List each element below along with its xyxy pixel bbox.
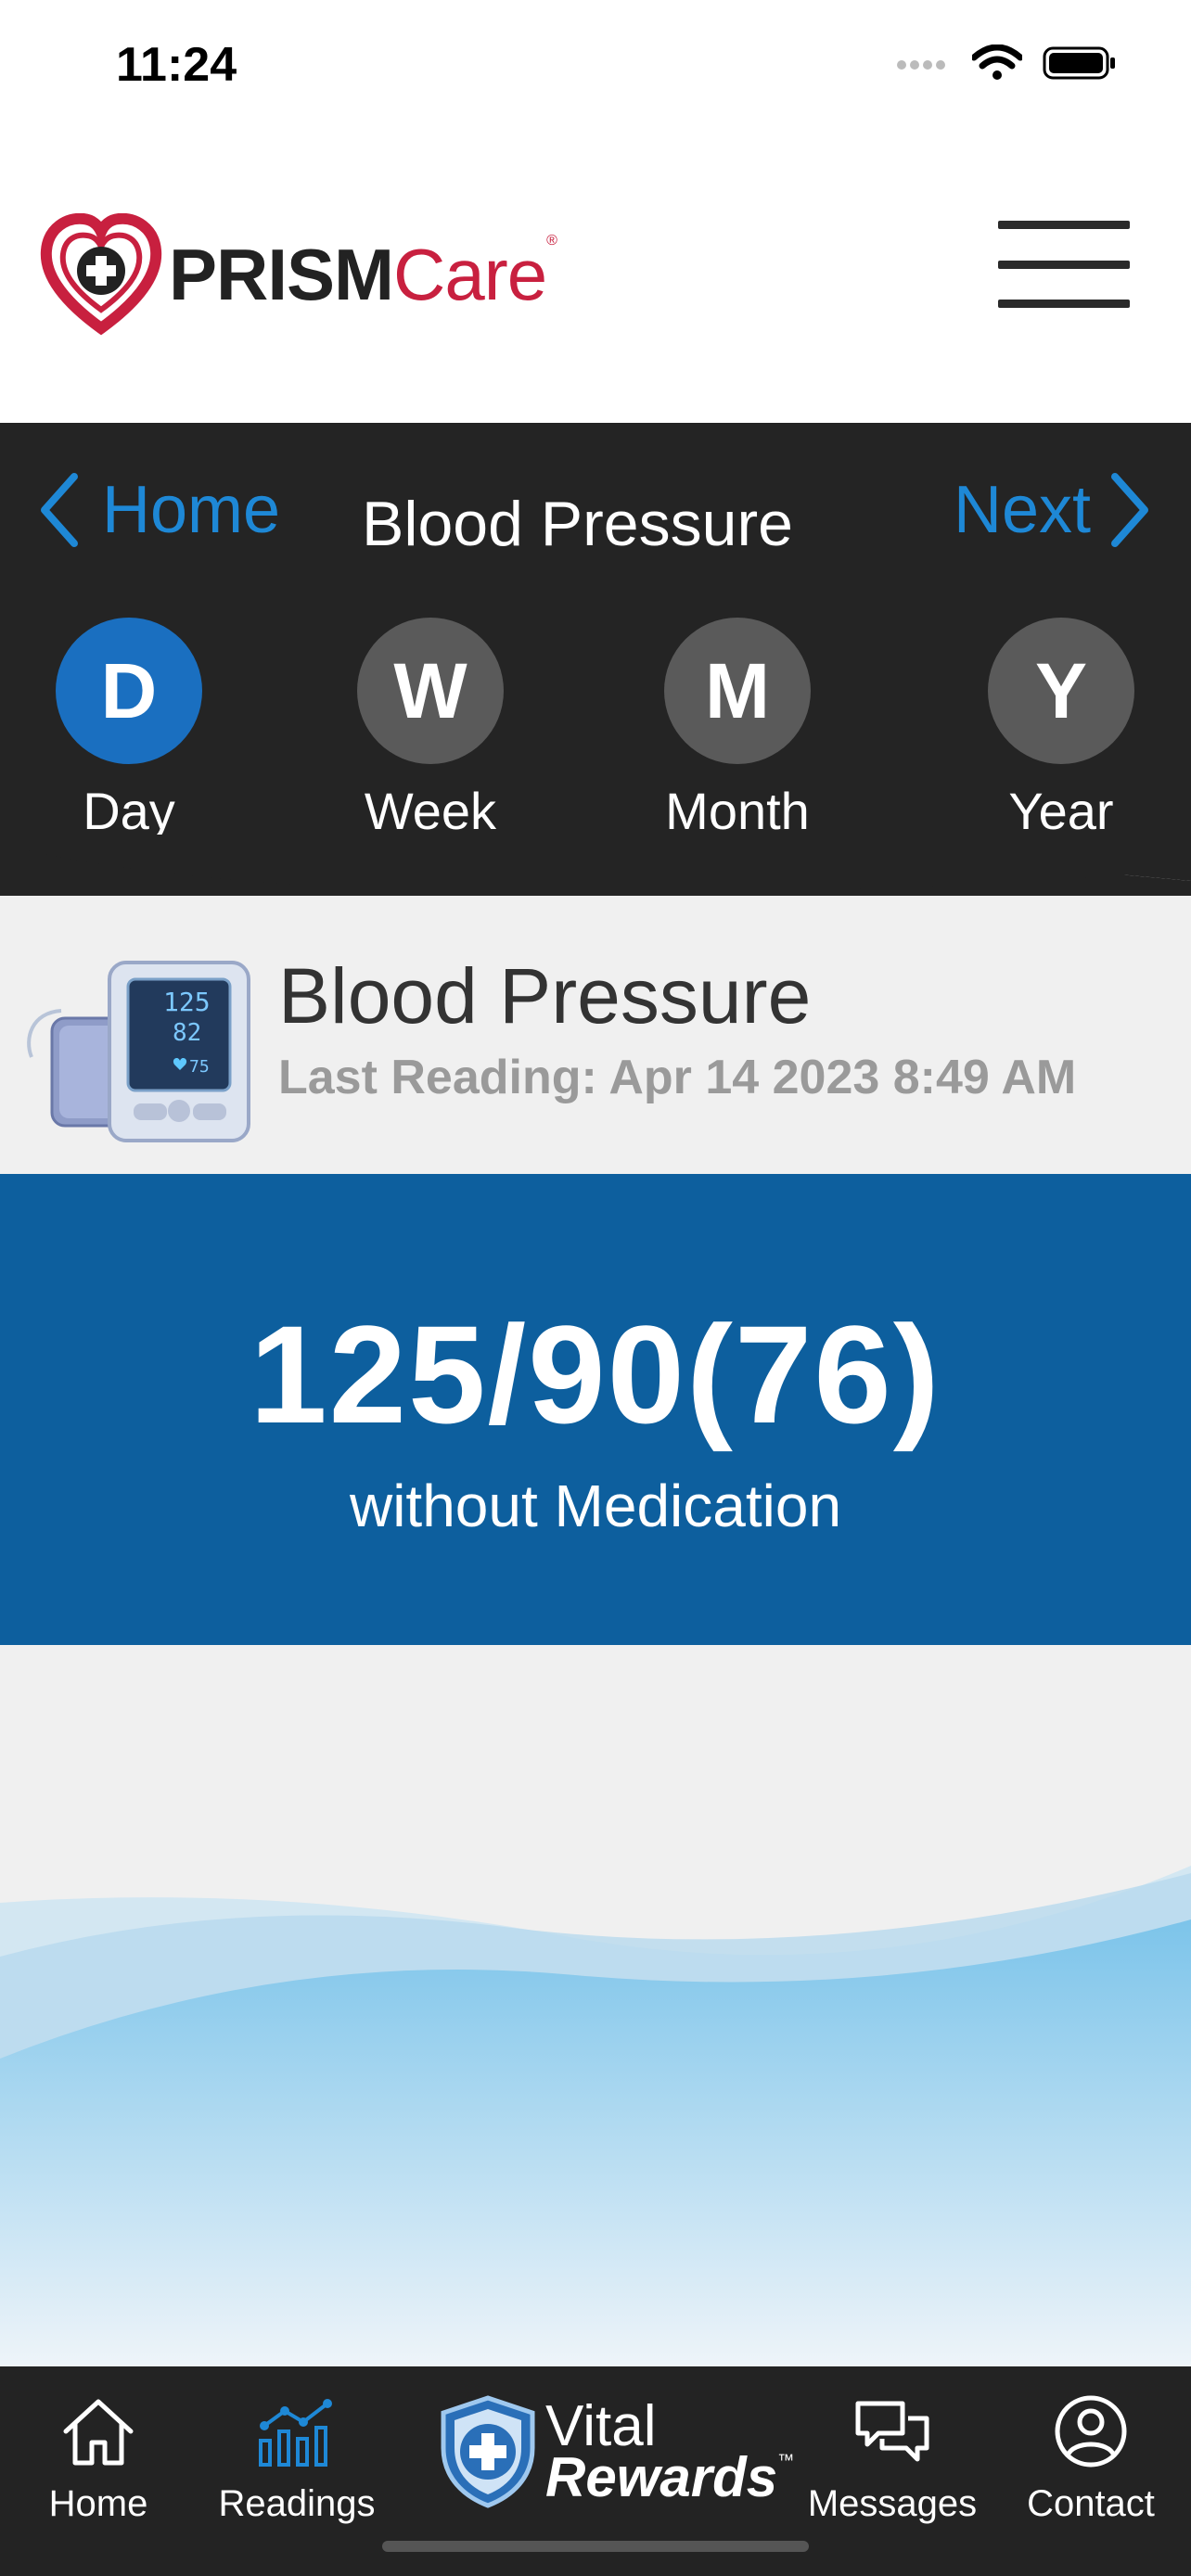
- bottom-tab-bar: Home Readings Vital Rewards™ Messages Co…: [0, 2366, 1191, 2576]
- chevron-right-icon: [1111, 473, 1148, 547]
- prismcare-logo[interactable]: PRISMCare®: [39, 213, 557, 336]
- period-month-label: Month: [665, 782, 810, 840]
- reading-value-panel: 125/90(76) without Medication: [0, 1174, 1191, 1645]
- device-pulse: 75: [189, 1057, 210, 1077]
- tab-contact[interactable]: Contact: [998, 2394, 1184, 2525]
- device-dia: 82: [173, 1019, 201, 1047]
- app-header: PRISMCare®: [0, 139, 1191, 423]
- reading-title: Blood Pressure: [278, 952, 812, 1039]
- navigation-panel: Home Blood Pressure Next D Day W Week M …: [0, 423, 1191, 896]
- tab-contact-label: Contact: [1027, 2483, 1155, 2524]
- shield-cross-icon: [441, 2395, 535, 2508]
- logo-prism-text: PRISM: [169, 233, 394, 315]
- nav-row: Home Blood Pressure Next: [0, 460, 1191, 562]
- wifi-icon: [972, 45, 1022, 80]
- page-title: Blood Pressure: [362, 489, 793, 559]
- period-week-label: Week: [364, 782, 497, 840]
- panel-curve: [0, 835, 1191, 894]
- last-reading-text: Last Reading: Apr 14 2023 8:49 AM: [278, 1051, 1077, 1104]
- tab-readings-label: Readings: [218, 2483, 376, 2524]
- device-sys: 125: [163, 987, 211, 1017]
- next-label: Next: [953, 473, 1091, 547]
- blood-pressure-value: 125/90(76): [250, 1296, 941, 1452]
- status-icons: [896, 45, 1117, 82]
- vital-tm-mark: ™: [777, 2450, 795, 2469]
- period-day-circle: D: [56, 618, 202, 764]
- period-week[interactable]: W Week: [338, 618, 523, 841]
- menu-bar: [998, 260, 1130, 269]
- medication-note: without Medication: [349, 1473, 842, 1539]
- period-week-circle: W: [357, 618, 504, 764]
- logo-care-text: Care: [393, 233, 547, 315]
- logo-registered-mark: ®: [546, 232, 557, 249]
- messages-icon: [855, 2401, 929, 2462]
- tab-messages[interactable]: Messages: [800, 2394, 985, 2525]
- menu-bar: [998, 300, 1130, 308]
- logo-text: PRISMCare®: [169, 233, 557, 317]
- home-icon: [63, 2399, 134, 2466]
- heart-cross-icon: [40, 213, 162, 336]
- chevron-left-icon: [41, 473, 78, 547]
- status-time: 11:24: [116, 38, 237, 92]
- decorative-waves: [0, 1866, 1191, 2366]
- tab-home-label: Home: [48, 2483, 148, 2524]
- tab-messages-label: Messages: [807, 2483, 978, 2524]
- period-month[interactable]: M Month: [645, 618, 830, 841]
- period-month-circle: M: [664, 618, 811, 764]
- signal-icon: [897, 60, 945, 70]
- menu-button[interactable]: [998, 221, 1130, 308]
- vital-line1: Vital: [545, 2394, 657, 2459]
- period-day[interactable]: D Day: [36, 618, 222, 841]
- tab-home[interactable]: Home: [6, 2394, 191, 2525]
- back-label: Home: [102, 473, 281, 547]
- vital-rewards-label: Rewards: [545, 2445, 778, 2508]
- menu-bar: [998, 221, 1130, 229]
- reading-header: 125 82 75 Blood Pressure Last Reading: A…: [0, 927, 1191, 1168]
- period-year[interactable]: Y Year: [968, 618, 1154, 841]
- vital-rewards-text: Vital Rewards™: [545, 2394, 795, 2506]
- home-indicator: [382, 2541, 809, 2552]
- period-day-label: Day: [83, 782, 175, 840]
- next-button[interactable]: Next: [954, 471, 1152, 549]
- tab-readings[interactable]: Readings: [204, 2394, 390, 2525]
- blood-pressure-monitor-icon: 125 82 75: [27, 961, 250, 1142]
- vital-line2: Rewards™: [545, 2449, 795, 2505]
- vital-rewards-button[interactable]: Vital Rewards™: [436, 2394, 794, 2509]
- battery-icon: [1043, 46, 1115, 80]
- status-bar: 11:24: [0, 0, 1191, 139]
- back-home-button[interactable]: Home: [37, 471, 280, 549]
- readings-chart-icon: [259, 2399, 332, 2467]
- contact-person-icon: [1055, 2395, 1127, 2468]
- period-year-label: Year: [1008, 782, 1114, 840]
- period-year-circle: Y: [988, 618, 1134, 764]
